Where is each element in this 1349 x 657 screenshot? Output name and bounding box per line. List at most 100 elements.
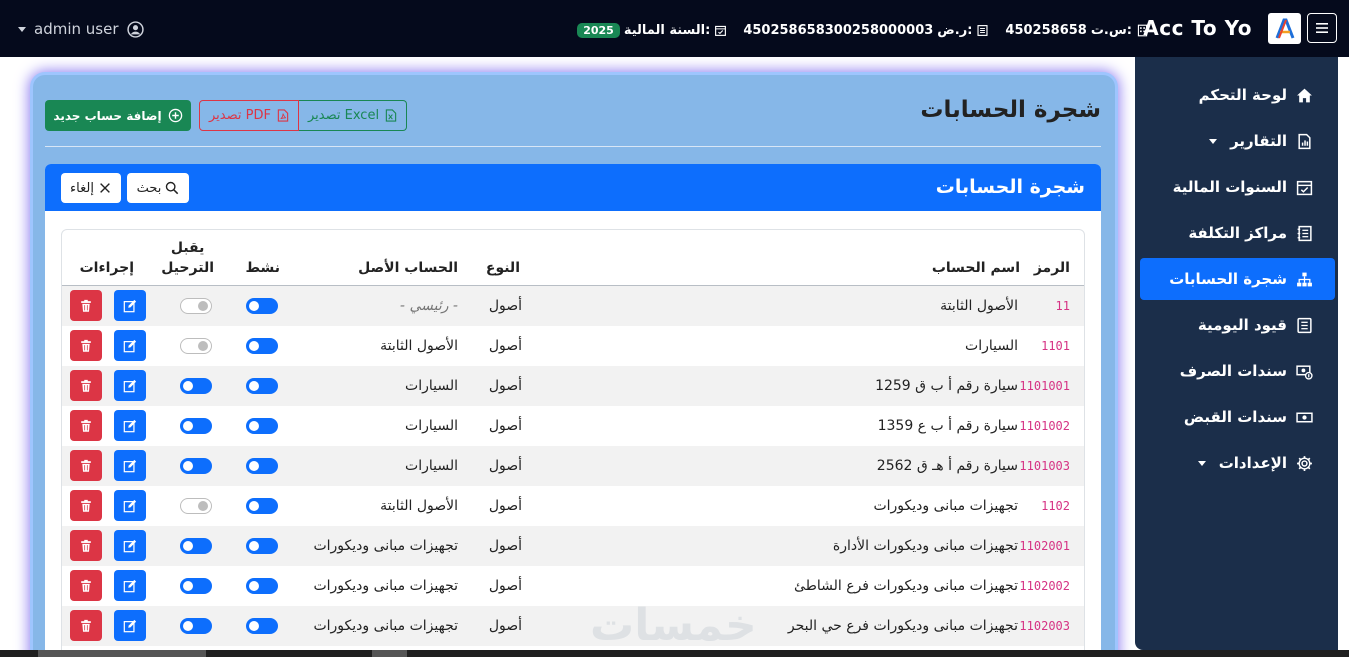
posting-toggle[interactable] bbox=[180, 618, 212, 634]
sidebar-item-cost-centers[interactable]: مراكز التكلفة bbox=[1140, 212, 1335, 254]
posting-toggle[interactable] bbox=[180, 538, 212, 554]
active-toggle[interactable] bbox=[246, 538, 278, 554]
edit-button[interactable] bbox=[114, 530, 146, 561]
menu-toggle-button[interactable] bbox=[1307, 13, 1337, 43]
posting-toggle[interactable] bbox=[180, 498, 212, 514]
col-parent[interactable]: الحساب الأصل bbox=[358, 258, 458, 278]
sidebar-item-fiscal-years[interactable]: السنوات المالية bbox=[1140, 166, 1335, 208]
logo[interactable] bbox=[1268, 13, 1301, 44]
col-active[interactable]: نشط bbox=[246, 258, 281, 278]
sidebar-item-settings[interactable]: الإعدادات bbox=[1140, 442, 1335, 484]
col-posting[interactable]: يقبل الترحيل bbox=[161, 238, 214, 278]
chevron-down-icon bbox=[1197, 460, 1206, 466]
sidebar-item-label: الإعدادات bbox=[1218, 454, 1287, 472]
report-icon bbox=[1298, 133, 1311, 149]
delete-button[interactable] bbox=[70, 530, 102, 561]
sidebar-item-chart-of-accounts[interactable]: شجرة الحسابات bbox=[1140, 258, 1335, 300]
edit-icon bbox=[123, 339, 137, 352]
sidebar-item-dashboard[interactable]: لوحة التحكم bbox=[1140, 74, 1335, 116]
delete-button[interactable] bbox=[70, 330, 102, 361]
account-type: أصول bbox=[488, 498, 522, 514]
search-button[interactable]: بحث bbox=[127, 173, 189, 203]
active-toggle[interactable] bbox=[246, 298, 278, 314]
search-label: بحث bbox=[136, 180, 162, 196]
sidebar-item-reports[interactable]: التقارير bbox=[1140, 120, 1335, 162]
table-row[interactable]: 1102 تجهيزات مبانى وديكورات أصول الأصول الث… bbox=[62, 486, 1084, 526]
top-navbar: admin user س.ت: 450258658 ر.ض: 450258658… bbox=[0, 0, 1349, 57]
active-toggle[interactable] bbox=[246, 378, 278, 394]
edit-button[interactable] bbox=[114, 610, 146, 641]
edit-button[interactable] bbox=[114, 450, 146, 481]
table-row[interactable]: 1101002 سيارة رقم أ ب ع 1359 أصول السيارات bbox=[62, 406, 1084, 446]
edit-button[interactable] bbox=[114, 290, 146, 321]
active-toggle[interactable] bbox=[246, 618, 278, 634]
col-actions: إجراءات bbox=[79, 260, 134, 276]
col-posting-line2: الترحيل bbox=[161, 260, 214, 276]
fiscal-year-label: السنة المالية: bbox=[623, 22, 711, 38]
table-row[interactable]: 11 الأصول الثابتة أصول - رئيسي - bbox=[62, 286, 1084, 326]
account-type: أصول bbox=[488, 578, 522, 594]
trash-icon bbox=[81, 459, 91, 472]
user-menu[interactable]: admin user bbox=[18, 18, 144, 40]
divider bbox=[45, 146, 1101, 147]
posting-toggle[interactable] bbox=[180, 378, 212, 394]
export-pdf-button[interactable]: تصدير PDF bbox=[199, 100, 299, 131]
edit-button[interactable] bbox=[114, 570, 146, 601]
delete-button[interactable] bbox=[70, 290, 102, 321]
cash-out-icon bbox=[1296, 364, 1313, 380]
sidebar-item-receipt-vouchers[interactable]: سندات القبض bbox=[1140, 396, 1335, 438]
receipt-icon bbox=[977, 24, 988, 36]
posting-toggle[interactable] bbox=[180, 338, 212, 354]
account-type: أصول bbox=[488, 378, 522, 394]
edit-icon bbox=[123, 419, 137, 432]
posting-toggle[interactable] bbox=[180, 458, 212, 474]
delete-button[interactable] bbox=[70, 490, 102, 521]
delete-button[interactable] bbox=[70, 370, 102, 401]
parent-account: تجهيزات مبانى وديكورات bbox=[313, 618, 458, 634]
parent-account: - رئيسي - bbox=[399, 298, 458, 314]
active-toggle[interactable] bbox=[246, 418, 278, 434]
edit-button[interactable] bbox=[114, 370, 146, 401]
trash-icon bbox=[81, 539, 91, 552]
export-excel-button[interactable]: تصدير Excel bbox=[298, 100, 408, 131]
col-name[interactable]: اسم الحساب bbox=[932, 258, 1020, 278]
posting-toggle[interactable] bbox=[180, 578, 212, 594]
sidebar-item-payment-vouchers[interactable]: سندات الصرف bbox=[1140, 350, 1335, 392]
col-code[interactable]: الرمز bbox=[1034, 258, 1070, 278]
delete-button[interactable] bbox=[70, 570, 102, 601]
posting-toggle[interactable] bbox=[180, 298, 212, 314]
account-code: 1101003 bbox=[1019, 459, 1070, 473]
active-toggle[interactable] bbox=[246, 498, 278, 514]
active-toggle[interactable] bbox=[246, 338, 278, 354]
cr-info: س.ت: 450258658 bbox=[1005, 23, 1149, 38]
edit-button[interactable] bbox=[114, 330, 146, 361]
delete-button[interactable] bbox=[70, 450, 102, 481]
add-account-button[interactable]: إضافة حساب جديد bbox=[45, 100, 191, 131]
table-row[interactable]: 1102002 تجهيزات مبانى وديكورات فرع الشاطئ… bbox=[62, 566, 1084, 606]
edit-button[interactable] bbox=[114, 490, 146, 521]
brand-name[interactable]: Acc To Yo bbox=[1143, 16, 1252, 40]
delete-button[interactable] bbox=[70, 410, 102, 441]
delete-button[interactable] bbox=[70, 610, 102, 641]
trash-icon bbox=[81, 419, 91, 432]
active-toggle[interactable] bbox=[246, 578, 278, 594]
card-title: شجرة الحسابات bbox=[935, 176, 1085, 198]
sidebar-item-journal-entries[interactable]: قيود اليومية bbox=[1140, 304, 1335, 346]
table-row[interactable]: 1102003 تجهيزات مبانى وديكورات فرع حي الب… bbox=[62, 606, 1084, 646]
active-toggle[interactable] bbox=[246, 458, 278, 474]
account-name: سيارة رقم أ ب ع 1359 bbox=[877, 418, 1018, 434]
hamburger-icon bbox=[1316, 23, 1328, 33]
cr-number: 450258658 bbox=[1005, 22, 1087, 38]
posting-toggle[interactable] bbox=[180, 418, 212, 434]
table-row[interactable]: 1101001 سيارة رقم أ ب ق 1259 أصول السيارات bbox=[62, 366, 1084, 406]
edit-button[interactable] bbox=[114, 410, 146, 441]
gear-icon bbox=[1297, 455, 1312, 471]
accounts-card: شجرة الحسابات بحث إلغاء الرمز اسم الحساب… bbox=[45, 164, 1101, 657]
table-row[interactable]: 1101003 سيارة رقم أ هـ ق 2562 أصول السيارات bbox=[62, 446, 1084, 486]
search-icon bbox=[166, 181, 179, 195]
table-row[interactable]: 1102001 تجهيزات مبانى وديكورات الأدارة أصو… bbox=[62, 526, 1084, 566]
cancel-button[interactable]: إلغاء bbox=[61, 173, 121, 203]
sidebar-item-label: السنوات المالية bbox=[1172, 178, 1287, 196]
col-type[interactable]: النوع bbox=[486, 258, 520, 278]
table-row[interactable]: 1101 السيارات أصول الأصول الثابتة bbox=[62, 326, 1084, 366]
